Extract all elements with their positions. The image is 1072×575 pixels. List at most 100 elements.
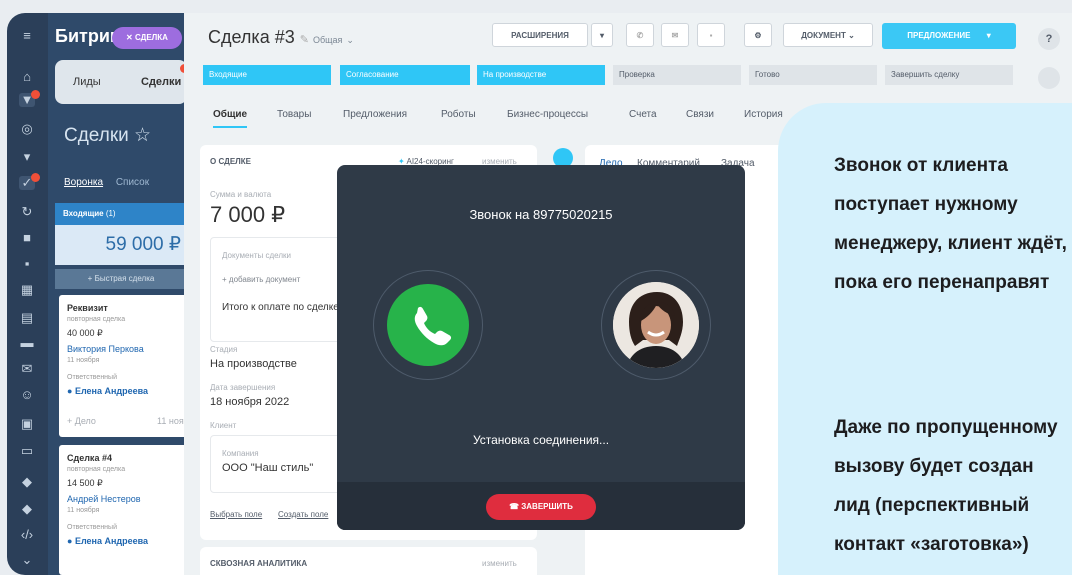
choose-field-link[interactable]: Выбрать поле [210,510,262,519]
card-resp-label: Ответственный [67,524,117,531]
tab-invoices[interactable]: Счета [629,109,657,120]
extensions-dropdown[interactable]: ▾ [591,23,613,47]
card-resp-label: Ответственный [67,374,117,381]
code-icon[interactable]: ‹/› [19,528,35,542]
offer-button[interactable]: ПРЕДЛОЖЕНИЕ ▾ [882,23,1016,49]
card-date: 11 ноября [67,507,100,514]
extensions-button[interactable]: РАСШИРЕНИЯ [492,23,588,47]
tab-products[interactable]: Товары [277,109,311,120]
sum-value: 7 000 ₽ [210,202,286,227]
settings-gear-icon[interactable]: ⚙ [744,23,772,47]
phone-ring [373,270,483,380]
card-sum: 40 000 ₽ [67,328,103,338]
callout-text-2: Даже по пропущенному вызову будет создан… [834,417,1058,555]
deal-card[interactable]: Сделка #4 повторная сделка 14 500 ₽ Андр… [59,445,187,575]
home-icon[interactable]: ⌂ [19,70,35,84]
client-label: Клиент [210,421,237,430]
analytics-panel: СКВОЗНАЯ АНАЛИТИКА изменить [200,547,537,575]
more-icon[interactable]: ⌄ [19,553,35,567]
view-funnel[interactable]: Воронка [64,177,103,188]
card-add-activity[interactable]: + Дело [67,416,96,426]
bell-icon[interactable] [1038,67,1060,89]
card-date: 11 ноября [67,357,100,364]
stage-approval[interactable]: Согласование [340,65,470,85]
stage-production[interactable]: На производстве [477,65,605,85]
card-responsible[interactable]: ● Елена Андреева [67,386,148,396]
target-icon[interactable]: ◎ [19,122,35,136]
slider-tab-deal[interactable]: ✕ СДЕЛКА [112,27,182,49]
add-document-link[interactable]: + добавить документ [222,275,300,284]
menu-icon[interactable]: ≡ [19,29,35,43]
avatar [613,282,699,368]
email-icon[interactable]: ✉ [661,23,689,47]
card-contact[interactable]: Андрей Нестеров [67,494,141,504]
call-title: Звонок на 89775020215 [469,207,613,222]
docs-label: Документы сделки [222,251,291,260]
apps-icon[interactable]: ▣ [19,417,35,431]
tab-links[interactable]: Связи [686,109,714,120]
analytics-edit-link[interactable]: изменить [482,559,517,568]
tab-leads[interactable]: Лиды [73,76,101,88]
edit-icon[interactable]: ✎ [300,34,309,46]
stage-review[interactable]: Проверка [613,65,741,85]
tasks-badge [31,173,40,182]
deal-card[interactable]: Реквизит повторная сделка 40 000 ₽ Викто… [59,295,187,437]
cart-icon[interactable]: ▾ [19,150,35,164]
create-field-link[interactable]: Создать поле [278,510,328,519]
hangup-icon: ☎ [509,502,520,511]
site-icon[interactable]: ◆ [19,502,35,516]
card-subtitle: повторная сделка [67,316,126,323]
company-label: Компания [222,449,259,458]
kanban-stage-header: Входящие (1) [55,203,187,225]
card-title: Реквизит [67,303,108,313]
tab-offers[interactable]: Предложения [343,109,407,120]
mail-icon[interactable]: ✉ [19,362,35,376]
card-responsible[interactable]: ● Елена Андреева [67,536,148,546]
tab-general[interactable]: Общие [213,109,248,128]
about-header: О СДЕЛКЕ [210,157,251,166]
tab-deals[interactable]: Сделки [141,76,181,88]
card-contact[interactable]: Виктория Перкова [67,344,144,354]
crm-window: ≡ ⌂ ▼ ◎ ▾ ✓ ↻ ■ ▪ ▦ ▤ ▬ ✉ ☺ ▣ ▭ ◆ ◆ ‹/› … [7,13,1072,575]
document-button[interactable]: ДОКУМЕНТ ⌄ [783,23,873,47]
help-icon[interactable]: ? [1038,28,1060,50]
contacts-icon[interactable]: ☺ [19,388,35,402]
callout-text-1: Звонок от клиента поступает нужному мене… [834,155,1067,293]
view-list[interactable]: Список [116,177,149,188]
tab-robots[interactable]: Роботы [441,109,476,120]
widget-icon[interactable]: ◆ [19,475,35,489]
card-subtitle: повторная сделка [67,466,126,473]
chat-bubble-icon[interactable]: ▪ [697,23,725,47]
card-title: Сделка #4 [67,453,112,463]
stage-finish[interactable]: Завершить сделку [885,65,1013,85]
info-callout: Звонок от клиента поступает нужному мене… [778,103,1072,575]
chat-icon[interactable]: ▪ [19,257,35,271]
drive-icon[interactable]: ▬ [19,336,35,350]
stage-value: На производстве [210,358,297,370]
stage-label: Стадия [210,345,238,354]
phone-call-icon [387,284,469,366]
doc-icon[interactable]: ▤ [19,311,35,325]
call-footer: ☎ ЗАВЕРШИТЬ [337,482,745,530]
card-sum: 14 500 ₽ [67,478,103,488]
tab-history[interactable]: История [744,109,783,120]
end-call-button[interactable]: ☎ ЗАВЕРШИТЬ [486,494,596,520]
box-icon[interactable]: ■ [19,231,35,245]
deal-category[interactable]: Общая [313,35,342,45]
quick-deal-button[interactable]: + Быстрая сделка [55,269,187,289]
stage-total: 59 000 ₽ [55,225,187,265]
avatar-ring [601,270,711,380]
tab-bizproc[interactable]: Бизнес-процессы [507,109,588,120]
entity-tabs: Лиды Сделки [55,60,189,104]
store-icon[interactable]: ▭ [19,444,35,458]
close-date-label: Дата завершения [210,383,276,392]
phone-icon[interactable]: ✆ [626,23,654,47]
sync-icon[interactable]: ↻ [19,205,35,219]
company-value[interactable]: ООО "Наш стиль" [222,462,313,474]
notification-badge [31,90,40,99]
stage-ready[interactable]: Готово [749,65,877,85]
deal-title: Сделка #3 ✎ Общая ⌄ [208,27,354,47]
calendar-icon[interactable]: ▦ [19,283,35,297]
total-pay-label: Итого к оплате по сделке [222,302,339,313]
stage-incoming[interactable]: Входящие [203,65,331,85]
